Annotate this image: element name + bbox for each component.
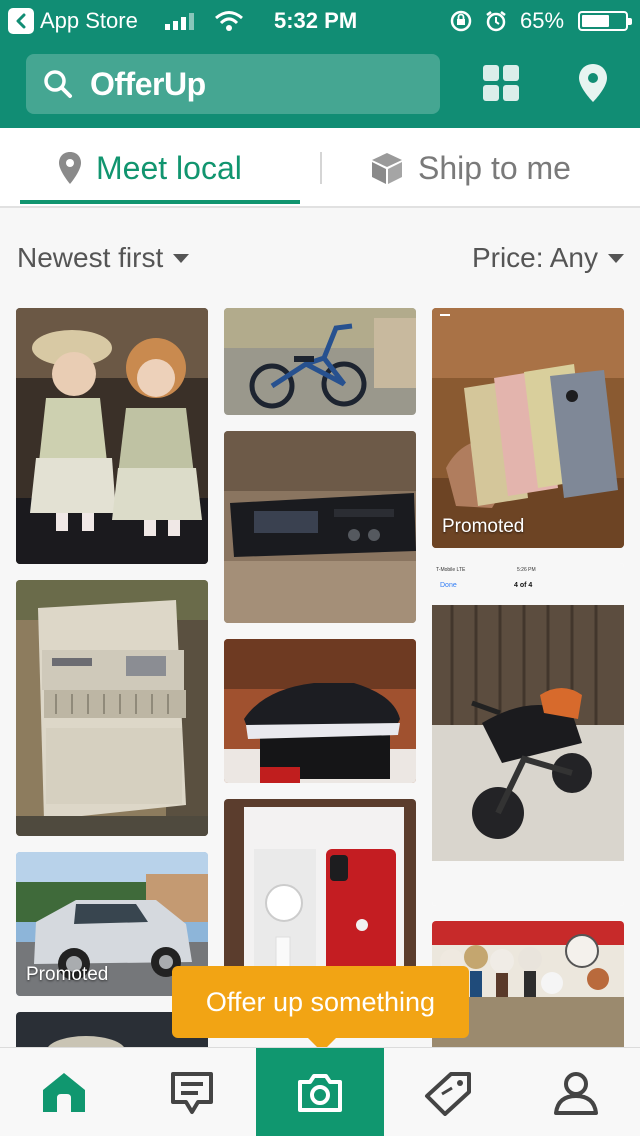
battery-icon (578, 11, 632, 31)
wifi-icon (215, 11, 243, 31)
price-filter-dropdown[interactable]: Price: Any (472, 242, 624, 274)
listing-photo (16, 308, 208, 564)
messages-icon (171, 1071, 213, 1114)
tab-ship-to-me-label: Ship to me (418, 149, 571, 186)
listing-photo (224, 639, 416, 783)
home-icon (43, 1072, 85, 1112)
bottom-nav (0, 1047, 640, 1136)
nav-home[interactable] (0, 1048, 128, 1136)
listing-photo (224, 431, 416, 623)
offer-up-tooltip[interactable]: Offer up something (172, 966, 469, 1052)
listing-photo (432, 308, 624, 548)
battery-fill (582, 15, 609, 27)
screenshot-done: Done (440, 582, 457, 589)
tab-meet-local[interactable]: Meet local (58, 146, 242, 190)
status-bar: App Store 5:32 PM 65% (0, 0, 640, 40)
signal-icon (165, 12, 194, 30)
tab-meet-local-label: Meet local (96, 149, 242, 186)
alarm-icon (486, 11, 506, 32)
nav-camera[interactable] (256, 1048, 384, 1136)
box-icon (372, 153, 402, 184)
screenshot-counter: 4 of 4 (514, 582, 532, 589)
listing-photo: T-Mobile LTE 5:26 PM Done 4 of 4 (432, 563, 624, 906)
profile-icon (554, 1071, 598, 1115)
location-pin-icon[interactable] (577, 62, 609, 104)
battery-percentage: 65% (520, 8, 565, 33)
listing-car-stereo[interactable] (224, 431, 416, 623)
screenshot-time: 5:26 PM (517, 567, 536, 573)
listing-photo (16, 580, 208, 836)
location-pin-icon (59, 152, 81, 184)
caret-down-icon (608, 253, 624, 263)
brand-logo: OfferUp (90, 66, 206, 102)
search-icon (44, 70, 72, 98)
nav-selling[interactable] (384, 1048, 512, 1136)
promoted-badge: Promoted (442, 516, 525, 537)
listing-bmx-bike[interactable] (224, 308, 416, 415)
tooltip-text: Offer up something (205, 986, 436, 1017)
camera-icon (298, 1073, 342, 1112)
listing-photo (224, 308, 416, 415)
search-bar[interactable]: OfferUp (26, 54, 440, 114)
sort-label: Newest first (17, 242, 164, 273)
sort-dropdown[interactable]: Newest first (17, 242, 190, 274)
tab-divider (320, 152, 322, 184)
nav-messages[interactable] (128, 1048, 256, 1136)
clock: 5:32 PM (274, 8, 358, 33)
listing-iphones[interactable]: Promoted (432, 308, 624, 548)
caret-down-icon (173, 253, 190, 263)
app-header: App Store 5:32 PM 65% OfferUp (0, 0, 640, 128)
grid-icon (483, 65, 499, 81)
listing-sneakers[interactable] (224, 639, 416, 783)
nav-profile[interactable] (512, 1048, 640, 1136)
back-to-app-store-button[interactable] (8, 8, 34, 34)
tab-bar: Meet local Ship to me (0, 128, 640, 208)
listing-air-conditioner[interactable] (16, 580, 208, 836)
rotation-lock-icon (450, 10, 472, 32)
listing-mini-motorcycle[interactable]: T-Mobile LTE 5:26 PM Done 4 of 4 (432, 563, 624, 906)
chevron-left-icon (16, 13, 26, 29)
listing-porcelain-dolls[interactable] (16, 308, 208, 564)
tag-icon (425, 1071, 471, 1116)
promoted-badge: Promoted (26, 964, 109, 985)
back-label[interactable]: App Store (40, 8, 138, 34)
categories-grid-button[interactable] (483, 65, 519, 101)
price-label: Price: Any (471, 242, 598, 273)
active-tab-indicator (20, 200, 300, 204)
tab-ship-to-me[interactable]: Ship to me (370, 146, 571, 190)
screenshot-carrier: T-Mobile LTE (436, 567, 466, 573)
